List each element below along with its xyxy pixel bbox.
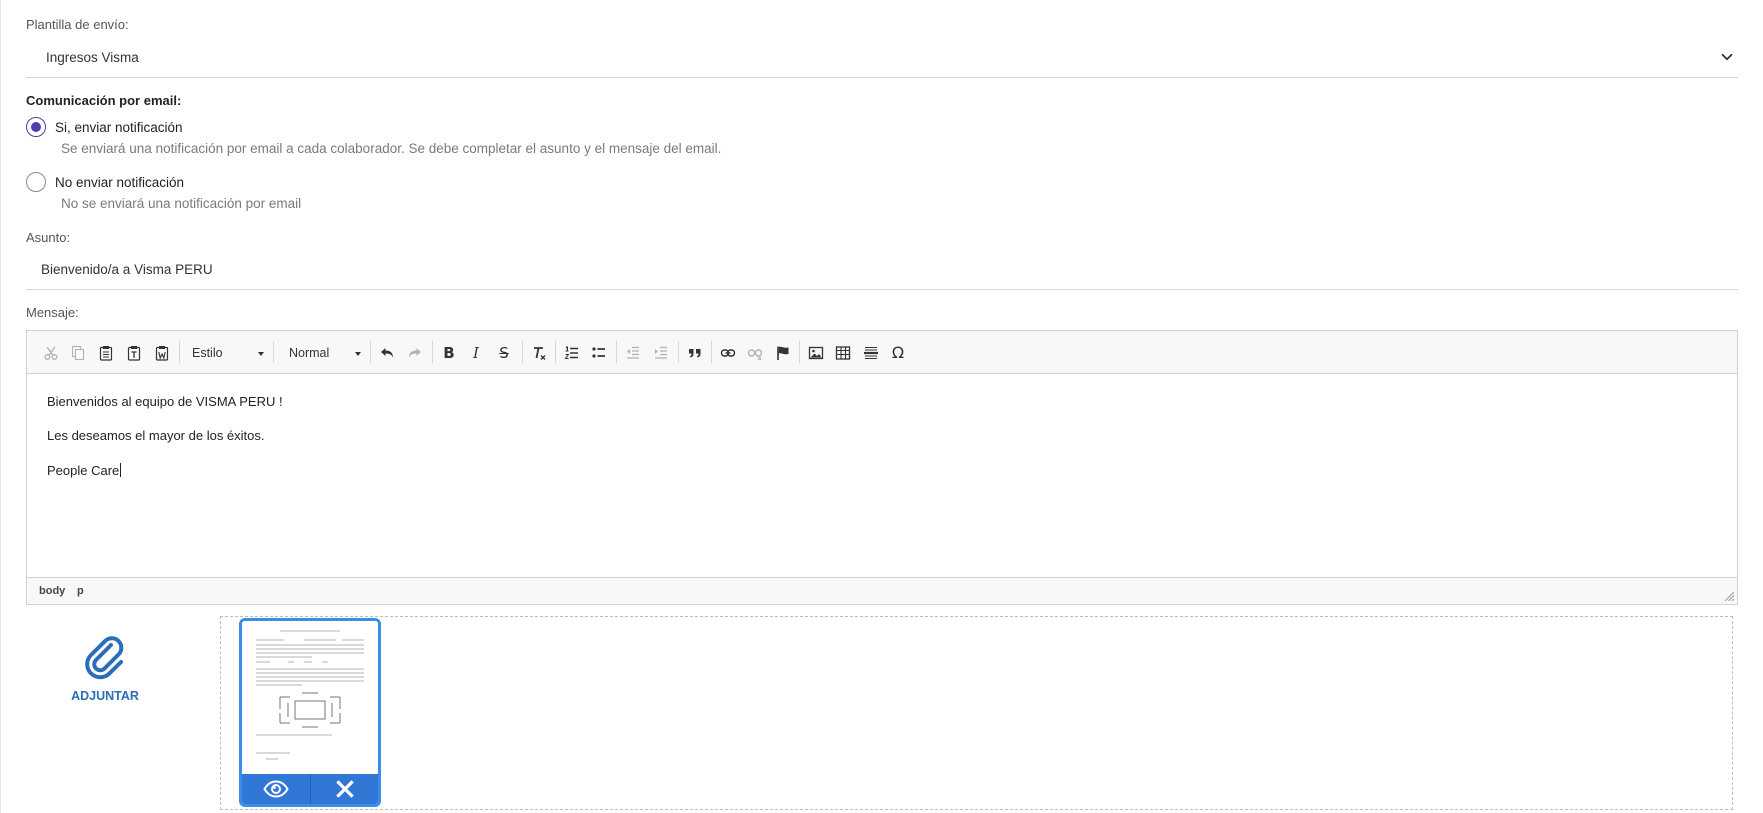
message-label: Mensaje: — [26, 305, 79, 320]
toolbar-separator — [711, 341, 712, 363]
bulleted-list-icon[interactable] — [588, 342, 610, 364]
paperclip-icon — [85, 636, 124, 680]
paste-word-icon[interactable] — [151, 342, 173, 364]
format-combo[interactable]: Normal — [281, 342, 365, 364]
text-caret — [120, 463, 122, 477]
strikethrough-icon[interactable]: S — [493, 342, 515, 364]
subject-input-value: Bienvenido/a a Visma PERU — [41, 262, 213, 277]
template-label: Plantilla de envío: — [26, 17, 129, 32]
image-icon[interactable] — [805, 342, 827, 364]
toolbar-separator — [522, 341, 523, 363]
message-paragraph: Les deseamos el mayor de los éxitos. — [47, 428, 265, 443]
radio-no-notification-description: No se enviará una notificación por email — [61, 196, 302, 211]
template-select-value: Ingresos Visma — [46, 50, 139, 65]
toolbar-separator — [179, 341, 180, 363]
format-combo-label: Normal — [289, 346, 330, 360]
toolbar-separator — [432, 341, 433, 363]
editor-toolbar: Estilo Normal B I S Ω — [27, 331, 1737, 374]
italic-icon[interactable]: I — [465, 342, 487, 364]
path-element-p[interactable]: p — [77, 585, 84, 597]
horizontal-rule-icon[interactable] — [860, 342, 882, 364]
attach-label: ADJUNTAR — [71, 689, 139, 703]
template-select[interactable]: Ingresos Visma — [26, 40, 1738, 78]
subject-label: Asunto: — [26, 230, 71, 245]
chevron-down-icon — [1721, 53, 1733, 61]
special-char-icon[interactable]: Ω — [887, 342, 909, 364]
editor-path-bar: body p — [27, 577, 1737, 604]
unlink-icon[interactable] — [744, 342, 766, 364]
toolbar-separator — [273, 341, 274, 363]
close-icon — [335, 780, 354, 798]
style-combo[interactable]: Estilo — [184, 342, 268, 364]
radio-send-notification[interactable] — [26, 117, 46, 137]
message-paragraph-text: People Care — [47, 463, 120, 478]
radio-no-notification[interactable] — [26, 172, 46, 192]
table-icon[interactable] — [832, 342, 854, 364]
redo-icon[interactable] — [404, 342, 426, 364]
path-element-body[interactable]: body — [39, 585, 65, 597]
toolbar-separator — [799, 341, 800, 363]
remove-format-icon[interactable] — [528, 342, 550, 364]
caret-down-icon — [258, 352, 264, 356]
toolbar-separator — [370, 341, 371, 363]
toolbar-separator — [555, 341, 556, 363]
bold-icon[interactable]: B — [438, 342, 460, 364]
paste-icon[interactable] — [95, 342, 117, 364]
message-paragraph: Bienvenidos al equipo de VISMA PERU ! — [47, 394, 283, 409]
radio-send-notification-description: Se enviará una notificación por email a … — [61, 141, 722, 156]
blockquote-icon[interactable] — [684, 342, 706, 364]
message-paragraph: People Care — [47, 463, 1717, 478]
radio-send-notification-label[interactable]: Si, enviar notificación — [55, 120, 183, 135]
caret-down-icon — [355, 352, 361, 356]
cut-icon[interactable] — [40, 342, 62, 364]
attachments-dropzone[interactable] — [220, 616, 1733, 810]
outdent-icon[interactable] — [622, 342, 644, 364]
editor-content[interactable]: Bienvenidos al equipo de VISMA PERU ! Le… — [27, 375, 1737, 578]
message-editor: Estilo Normal B I S Ω Bienvenidos al equ… — [26, 330, 1738, 605]
toolbar-separator — [678, 341, 679, 363]
toolbar-separator — [616, 341, 617, 363]
remove-attachment-button[interactable] — [310, 774, 378, 804]
left-border — [0, 0, 1, 813]
paste-text-icon[interactable] — [123, 342, 145, 364]
subject-input[interactable]: Bienvenido/a a Visma PERU — [26, 252, 1738, 290]
copy-icon[interactable] — [67, 342, 89, 364]
undo-icon[interactable] — [376, 342, 398, 364]
radio-no-notification-label[interactable]: No enviar notificación — [55, 175, 184, 190]
attachment-thumbnail[interactable] — [239, 618, 381, 807]
email-communication-title: Comunicación por email: — [26, 93, 182, 108]
indent-icon[interactable] — [650, 342, 672, 364]
preview-button[interactable] — [242, 774, 310, 804]
eye-icon — [263, 780, 289, 798]
numbered-list-icon[interactable] — [561, 342, 583, 364]
thumbnail-actions — [242, 774, 378, 804]
resize-grip-icon[interactable] — [1724, 591, 1734, 601]
anchor-icon[interactable] — [772, 342, 794, 364]
document-preview-image — [242, 621, 378, 774]
link-icon[interactable] — [717, 342, 739, 364]
attach-button[interactable]: ADJUNTAR — [40, 634, 170, 714]
style-combo-label: Estilo — [192, 346, 223, 360]
